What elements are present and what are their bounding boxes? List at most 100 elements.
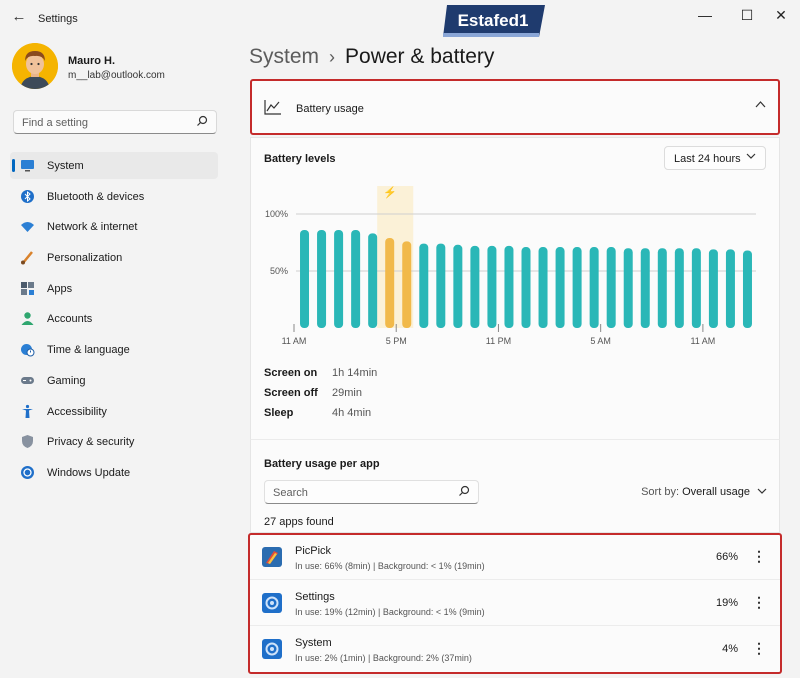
sidebar-item-gaming[interactable]: Gaming bbox=[10, 367, 218, 394]
stat-value: 4h 4min bbox=[332, 407, 372, 419]
apps-found-count: 27 apps found bbox=[264, 516, 334, 528]
watermark-logo: Estafed1 bbox=[443, 5, 545, 37]
sort-by-dropdown[interactable]: Sort by: Overall usage bbox=[641, 486, 767, 498]
battery-bar bbox=[317, 229, 327, 328]
sidebar-item-label: Bluetooth & devices bbox=[47, 190, 145, 203]
battery-bar bbox=[606, 247, 616, 328]
battery-levels-title: Battery levels bbox=[264, 153, 336, 165]
sidebar-item-label: Time & language bbox=[47, 344, 130, 357]
minimize-button[interactable]: — bbox=[690, 4, 720, 26]
sidebar-item-windows-update[interactable]: Windows Update bbox=[10, 459, 218, 486]
sidebar-item-label: Accessibility bbox=[47, 405, 107, 418]
battery-bar bbox=[300, 229, 310, 328]
find-setting-input[interactable]: Find a setting bbox=[13, 110, 217, 134]
sidebar-item-label: System bbox=[47, 160, 84, 172]
stat-label: Screen on bbox=[264, 367, 318, 379]
battery-bar bbox=[470, 245, 480, 328]
app-row-settings[interactable]: Settings In use: 19% (12min) | Background… bbox=[250, 581, 780, 626]
sidebar-item-personalization[interactable]: Personalization bbox=[10, 244, 218, 271]
back-arrow-icon[interactable]: ← bbox=[8, 6, 30, 28]
battery-bar bbox=[725, 249, 735, 328]
user-email: m__lab@outlook.com bbox=[68, 70, 165, 81]
stat-row: Screen on 1h 14min bbox=[264, 367, 377, 379]
x-tick-label: 5 AM bbox=[590, 336, 611, 346]
globe-clock-icon bbox=[20, 342, 35, 357]
battery-levels-chart: ⚡ 100% 50% 11 AM 5 PM 11 PM 5 AM 11 AM bbox=[265, 186, 756, 346]
battery-bar bbox=[351, 229, 361, 328]
sidebar-item-apps[interactable]: Apps bbox=[10, 275, 218, 302]
battery-bar bbox=[708, 249, 718, 328]
sort-by-value: Overall usage bbox=[682, 486, 750, 498]
app-name: Settings bbox=[295, 591, 335, 603]
battery-bar bbox=[623, 248, 633, 328]
per-app-title: Battery usage per app bbox=[264, 458, 380, 470]
title-bar: ← Settings Estafed1 — ☐ ✕ bbox=[0, 0, 800, 37]
battery-bar bbox=[334, 229, 344, 328]
battery-usage-header[interactable]: Battery usage bbox=[250, 79, 780, 135]
app-usage-detail: In use: 66% (8min) | Background: < 1% (1… bbox=[295, 561, 485, 571]
time-range-dropdown[interactable]: Last 24 hours bbox=[664, 146, 766, 170]
sidebar-item-label: Privacy & security bbox=[47, 436, 135, 449]
app-row-system[interactable]: System In use: 2% (1min) | Background: 2%… bbox=[250, 627, 780, 672]
sidebar-item-label: Network & internet bbox=[47, 221, 138, 234]
shield-icon bbox=[20, 434, 35, 449]
search-icon[interactable] bbox=[196, 115, 208, 130]
app-search-input[interactable]: Search bbox=[264, 480, 479, 504]
app-row-picpick[interactable]: PicPick In use: 66% (8min) | Background: … bbox=[250, 535, 780, 580]
battery-bar bbox=[419, 243, 429, 328]
apps-icon bbox=[20, 281, 35, 296]
watermark-text: Estafed1 bbox=[458, 11, 529, 30]
stat-row: Sleep 4h 4min bbox=[264, 407, 371, 419]
chevron-up-icon[interactable] bbox=[755, 99, 766, 111]
person-icon bbox=[20, 311, 35, 326]
maximize-button[interactable]: ☐ bbox=[732, 4, 762, 26]
y-tick-label: 100% bbox=[265, 209, 288, 219]
sidebar-item-network-internet[interactable]: Network & internet bbox=[10, 213, 218, 240]
close-button[interactable]: ✕ bbox=[766, 4, 796, 26]
sidebar-item-accounts[interactable]: Accounts bbox=[10, 305, 218, 332]
avatar[interactable] bbox=[12, 43, 58, 89]
battery-bar bbox=[742, 250, 752, 328]
battery-usage-label: Battery usage bbox=[296, 103, 364, 115]
sidebar-item-accessibility[interactable]: Accessibility bbox=[10, 398, 218, 425]
user-name: Mauro H. bbox=[68, 55, 116, 67]
charging-bolt-icon: ⚡ bbox=[383, 186, 397, 199]
more-options-icon[interactable]: ⋮ bbox=[752, 594, 766, 611]
battery-bar bbox=[385, 237, 395, 328]
sidebar-item-privacy-security[interactable]: Privacy & security bbox=[10, 428, 218, 455]
avatar-illustration-icon bbox=[12, 43, 58, 89]
system-app-icon bbox=[262, 639, 282, 659]
battery-bar bbox=[674, 248, 684, 328]
battery-bar bbox=[538, 247, 548, 328]
app-usage-percent: 4% bbox=[722, 643, 738, 655]
stat-label: Screen off bbox=[264, 387, 318, 399]
battery-bar bbox=[555, 247, 565, 328]
x-tick-label: 11 AM bbox=[282, 336, 307, 346]
app-list: PicPick In use: 66% (8min) | Background: … bbox=[248, 533, 782, 674]
sidebar-item-label: Apps bbox=[47, 282, 73, 295]
app-usage-percent: 19% bbox=[715, 597, 738, 609]
more-options-icon[interactable]: ⋮ bbox=[752, 548, 766, 565]
sidebar-nav: System Bluetooth & devices Network & inter… bbox=[10, 152, 218, 490]
window-title: Settings bbox=[38, 13, 78, 25]
battery-per-app-card: Battery usage per app Search Sort by: Ov… bbox=[250, 439, 780, 533]
sidebar-item-label: Accounts bbox=[47, 313, 93, 326]
settings-app-icon bbox=[262, 593, 282, 613]
stat-row: Screen off 29min bbox=[264, 387, 362, 399]
sidebar-item-system[interactable]: System bbox=[10, 152, 218, 179]
x-tick-label: 5 PM bbox=[386, 336, 407, 346]
x-tick-label: 11 PM bbox=[486, 336, 511, 346]
breadcrumb-parent[interactable]: System bbox=[249, 45, 319, 68]
line-chart-icon bbox=[264, 100, 281, 115]
app-name: PicPick bbox=[295, 545, 332, 557]
battery-bar bbox=[453, 244, 463, 328]
battery-bar bbox=[572, 247, 582, 328]
more-options-icon[interactable]: ⋮ bbox=[752, 640, 766, 657]
page-title: Power & battery bbox=[345, 45, 495, 68]
sidebar-item-bluetooth-devices[interactable]: Bluetooth & devices bbox=[10, 183, 218, 210]
battery-bar bbox=[487, 245, 497, 328]
battery-bar bbox=[691, 248, 701, 328]
picpick-icon bbox=[262, 547, 282, 567]
sidebar-item-time-language[interactable]: Time & language bbox=[10, 336, 218, 363]
battery-bar bbox=[640, 248, 650, 328]
